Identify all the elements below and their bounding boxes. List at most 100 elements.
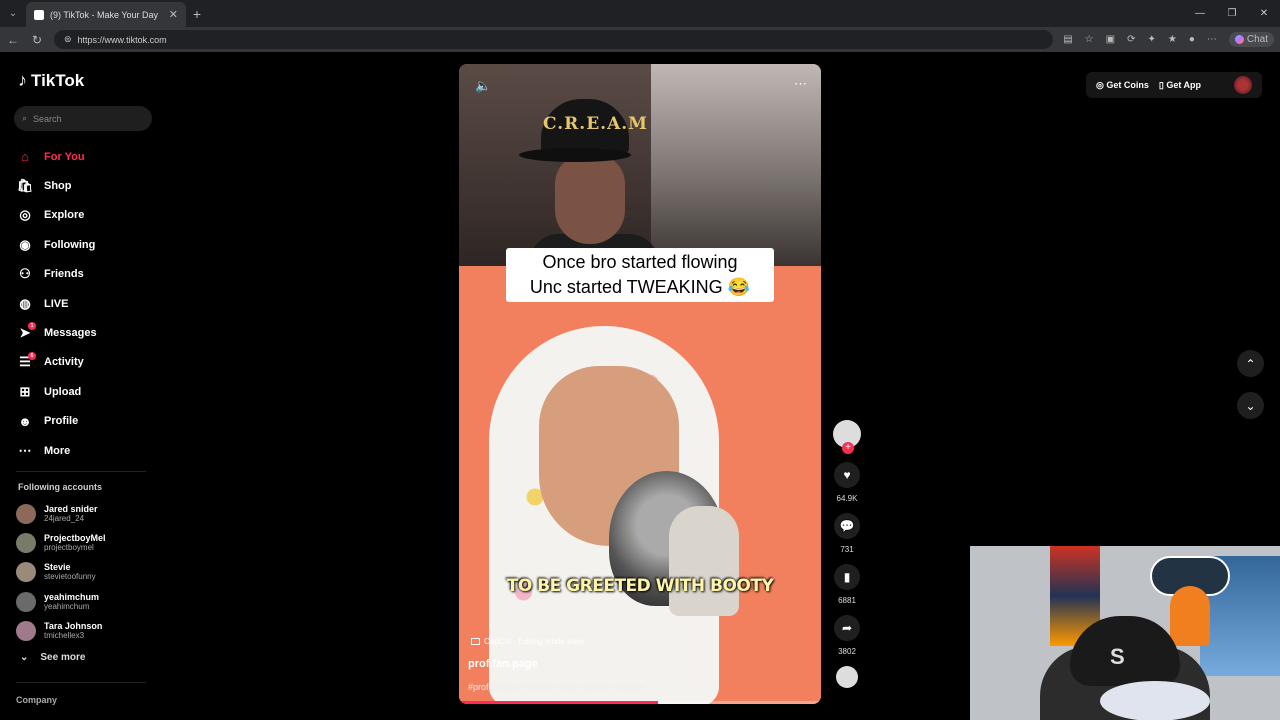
nav-activity[interactable]: ☰ 6 Activity <box>16 348 161 377</box>
nav-live[interactable]: ◍ LIVE <box>16 289 161 318</box>
figure-decor <box>1170 586 1210 646</box>
sound-disc-icon[interactable] <box>836 666 858 688</box>
save-action[interactable]: ▮ 6881 <box>833 564 861 605</box>
person-face <box>555 154 625 244</box>
share-action[interactable]: ➦ 3802 <box>833 615 861 656</box>
more-options-icon[interactable]: ⋯ <box>794 76 807 92</box>
save-count: 6881 <box>838 596 856 605</box>
following-account[interactable]: ProjectboyMel projectboymel <box>16 528 156 557</box>
compass-icon: ◎ <box>19 207 31 223</box>
nav-shop[interactable]: 🛍 Shop <box>16 171 161 200</box>
tiktok-logo[interactable]: ♪ TikTok <box>18 70 84 91</box>
heart-icon[interactable]: ♥ <box>834 462 860 488</box>
nav-explore[interactable]: ◎ Explore <box>16 201 161 230</box>
nav-label: Activity <box>44 356 84 369</box>
minimize-icon[interactable]: — <box>1184 8 1216 19</box>
get-app-button[interactable]: ▯ Get App <box>1159 80 1201 91</box>
nav-for-you[interactable]: ⌂ For You <box>16 142 161 171</box>
previous-video-button[interactable]: ⌃ <box>1237 350 1264 377</box>
following-account[interactable]: Stevie stevietoofunny <box>16 558 156 587</box>
tab-list-icon[interactable]: ⌄ <box>0 0 26 27</box>
nav-label: Following <box>44 238 96 251</box>
window-controls: — ❐ ✕ <box>1184 8 1280 19</box>
url-field[interactable]: ⊜ https://www.tiktok.com <box>54 30 1054 49</box>
get-coins-label: Get Coins <box>1106 79 1149 90</box>
nav-messages[interactable]: ➤ 1 Messages <box>16 318 161 347</box>
nav-more[interactable]: ⋯ More <box>16 436 161 465</box>
nav-label: Messages <box>44 327 97 340</box>
logo-text: TikTok <box>31 70 85 90</box>
site-info-icon[interactable]: ⊜ <box>64 34 72 45</box>
volume-icon[interactable]: 🔈 <box>475 78 491 94</box>
follow-plus-icon[interactable]: + <box>842 442 854 454</box>
capcut-text: CapCut · Editing made easy <box>484 637 585 646</box>
video-hashtags[interactable]: #profgampo #reaction #rap #hiphop #rappe… <box>468 682 644 692</box>
user-avatar[interactable] <box>1234 76 1252 94</box>
nav-profile[interactable]: ☻ Profile <box>16 407 161 436</box>
video-progress-bar[interactable] <box>459 701 821 704</box>
share-icon[interactable]: ➦ <box>834 615 860 641</box>
comment-action[interactable]: 💬 731 <box>833 513 861 554</box>
get-coins-button[interactable]: ◎ Get Coins <box>1096 80 1149 91</box>
account-name: ProjectboyMel <box>44 532 106 543</box>
close-tab-icon[interactable]: ✕ <box>169 8 178 21</box>
search-input[interactable]: ⌕ Search <box>14 106 152 131</box>
favorites-icon[interactable]: ★ <box>1168 34 1177 45</box>
avatar <box>16 591 36 612</box>
following-account[interactable]: yeahimchum yeahimchum <box>16 587 156 616</box>
url-text: https://www.tiktok.com <box>77 34 167 45</box>
following-account[interactable]: Tara Johnson tmichellex3 <box>16 616 156 645</box>
coin-icon: ◎ <box>1096 79 1107 90</box>
copilot-icon <box>1234 35 1244 44</box>
live-icon: ◍ <box>19 295 31 311</box>
upload-icon: ⊞ <box>19 383 31 399</box>
nav-upload[interactable]: ⊞ Upload <box>16 377 161 406</box>
company-link[interactable]: Company <box>16 695 57 705</box>
like-count: 64.9K <box>836 494 858 503</box>
comment-count: 731 <box>840 545 854 554</box>
sync-icon[interactable]: ⟳ <box>1127 34 1135 45</box>
reload-icon[interactable]: ↻ <box>30 33 44 47</box>
puzzle-icon[interactable]: ✦ <box>1147 34 1155 45</box>
close-window-icon[interactable]: ✕ <box>1248 8 1280 19</box>
search-placeholder: Search <box>33 113 62 124</box>
chevron-up-icon: ⌃ <box>1245 356 1256 371</box>
reader-icon[interactable]: ▤ <box>1063 34 1072 45</box>
see-more-button[interactable]: ⌄ See more <box>20 652 85 663</box>
video-username[interactable]: prof.fan.page <box>468 658 538 670</box>
reaction-video-top: C.R.E.A.M 🔈 ⋯ <box>459 64 821 274</box>
following-accounts-title: Following accounts <box>18 482 103 492</box>
sidebar-divider <box>16 682 146 683</box>
avatar <box>16 503 36 524</box>
capcut-icon <box>471 638 480 645</box>
activity-badge: 6 <box>28 351 36 360</box>
account-handle: projectboymel <box>44 542 94 552</box>
menu-dots-icon[interactable]: ⋯ <box>1207 34 1217 45</box>
lamp-light <box>1100 681 1210 720</box>
chevron-down-icon: ⌄ <box>20 652 29 663</box>
following-list: Jared snider 24jared_24 ProjectboyMel proj… <box>16 499 156 645</box>
profile-browser-icon[interactable]: ● <box>1189 34 1195 45</box>
browser-tab[interactable]: (9) TikTok - Make Your Day ✕ <box>26 2 186 27</box>
following-account[interactable]: Jared snider 24jared_24 <box>16 499 156 528</box>
like-action[interactable]: ♥ 64.9K <box>833 462 861 503</box>
avatar <box>16 620 36 641</box>
nav-label: LIVE <box>44 297 69 310</box>
bookmark-icon[interactable]: ▮ <box>834 564 860 590</box>
friends-icon: ⚇ <box>19 266 31 282</box>
extension-icon[interactable]: ▣ <box>1106 34 1115 45</box>
creator-avatar[interactable]: + <box>833 420 861 454</box>
account-name: Jared snider <box>44 503 98 514</box>
capcut-label[interactable]: CapCut · Editing made easy <box>471 637 584 646</box>
nav-label: More <box>44 444 71 457</box>
comment-icon[interactable]: 💬 <box>834 513 860 539</box>
favorite-star-icon[interactable]: ☆ <box>1085 34 1094 45</box>
maximize-icon[interactable]: ❐ <box>1216 8 1248 19</box>
new-tab-icon[interactable]: + <box>186 6 208 22</box>
back-icon[interactable]: ← <box>6 33 20 47</box>
next-video-button[interactable]: ⌄ <box>1237 392 1264 419</box>
nav-friends[interactable]: ⚇ Friends <box>16 260 161 289</box>
nav-following[interactable]: ◉ Following <box>16 230 161 259</box>
chat-button[interactable]: Chat <box>1228 32 1274 47</box>
video-player[interactable]: C.R.E.A.M 🔈 ⋯ TO BE GREETED WITH BOOTY O… <box>459 64 821 704</box>
